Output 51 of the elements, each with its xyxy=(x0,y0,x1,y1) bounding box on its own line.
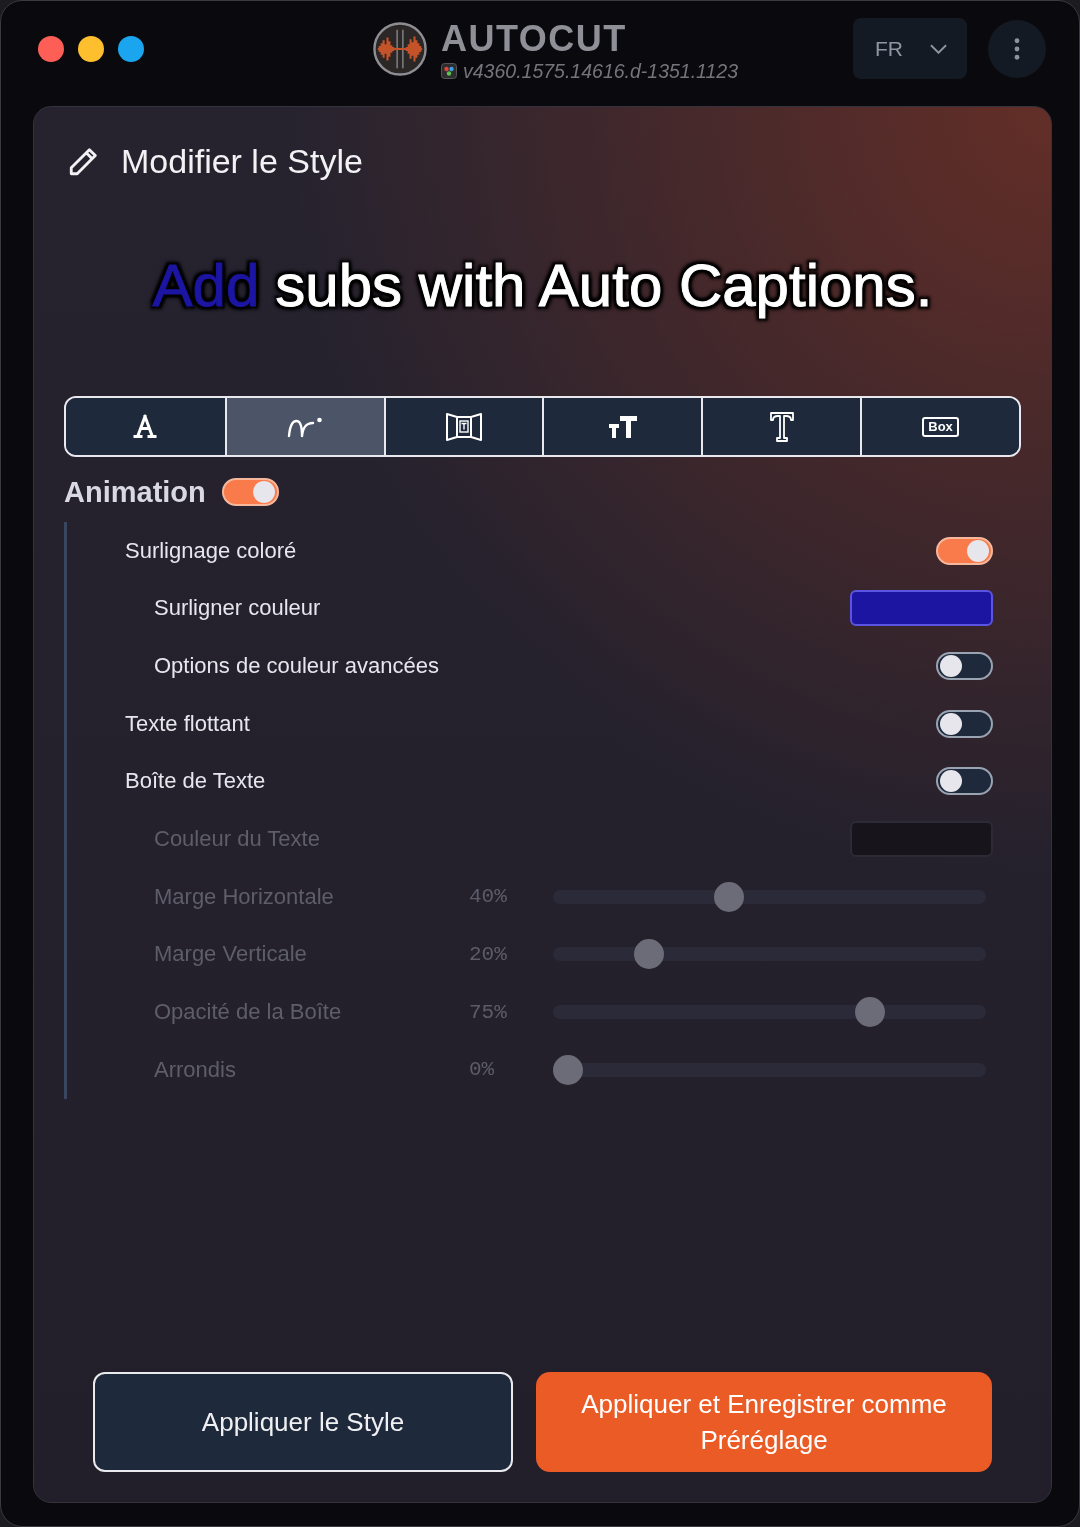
chevron-down-icon xyxy=(930,43,947,54)
setting-label: Surligner couleur xyxy=(154,594,321,623)
app-title: AUTOCUT xyxy=(441,19,627,58)
slider-value: 0% xyxy=(469,1058,495,1082)
toggle-switch[interactable] xyxy=(936,652,993,681)
setting-label: Options de couleur avancées xyxy=(154,652,439,681)
setting-label: Couleur du Texte xyxy=(154,825,320,854)
panel-title: Modifier le Style xyxy=(121,141,363,181)
caption-preview-text: subs with Auto Captions. xyxy=(275,251,933,321)
window-control-icon[interactable] xyxy=(118,35,144,62)
letter-t-icon xyxy=(768,410,795,443)
slider-thumb[interactable] xyxy=(553,1054,583,1085)
toggle-switch[interactable] xyxy=(936,767,993,796)
setting-label: Texte flottant xyxy=(125,709,250,738)
letter-a-icon xyxy=(133,413,158,440)
section-title: Animation xyxy=(64,476,206,508)
color-swatch[interactable] xyxy=(850,590,993,627)
window-control-icon[interactable] xyxy=(38,35,64,62)
color-dots-icon xyxy=(441,62,457,79)
setting-label: Surlignage coloré xyxy=(125,536,297,565)
text-size-icon xyxy=(607,414,638,439)
setting-label: Boîte de Texte xyxy=(125,767,266,796)
apply-button[interactable]: Appliquer le Style xyxy=(93,1372,513,1472)
slider-track[interactable] xyxy=(553,881,986,912)
language-select[interactable]: FR xyxy=(853,18,967,79)
window-control-icon[interactable] xyxy=(78,35,104,62)
slider-thumb[interactable] xyxy=(633,939,664,970)
style-tab[interactable]: Box xyxy=(860,398,1019,455)
slider-track[interactable] xyxy=(553,1054,986,1085)
slider-track[interactable] xyxy=(553,939,986,970)
highlighted-caption-word: Add xyxy=(152,251,260,321)
curve-dot-icon xyxy=(287,415,324,438)
slider-track[interactable] xyxy=(553,997,986,1028)
setting-label: Arrondis xyxy=(154,1055,236,1084)
toggle-switch[interactable] xyxy=(936,536,993,565)
setting-label: Opacité de la Boîte xyxy=(154,998,342,1027)
slider-thumb[interactable] xyxy=(855,997,886,1028)
toggle-switch[interactable] xyxy=(221,478,279,506)
text-frame-icon xyxy=(445,410,484,443)
toggle-switch[interactable] xyxy=(936,709,993,738)
slider-value: 20% xyxy=(469,942,507,966)
slider-thumb[interactable] xyxy=(714,881,745,912)
setting-label: Marge Verticale xyxy=(154,940,307,969)
slider-value: 75% xyxy=(469,1000,507,1024)
slider-value: 40% xyxy=(469,885,507,909)
style-tab[interactable] xyxy=(224,398,384,455)
version-text: v4360.1575.14616.d-1351.1123 xyxy=(463,59,739,82)
more-icon xyxy=(1014,37,1020,60)
waveform-logo-icon xyxy=(373,21,427,76)
setting-label: Marge Horizontale xyxy=(154,882,334,911)
color-swatch[interactable] xyxy=(850,821,993,858)
